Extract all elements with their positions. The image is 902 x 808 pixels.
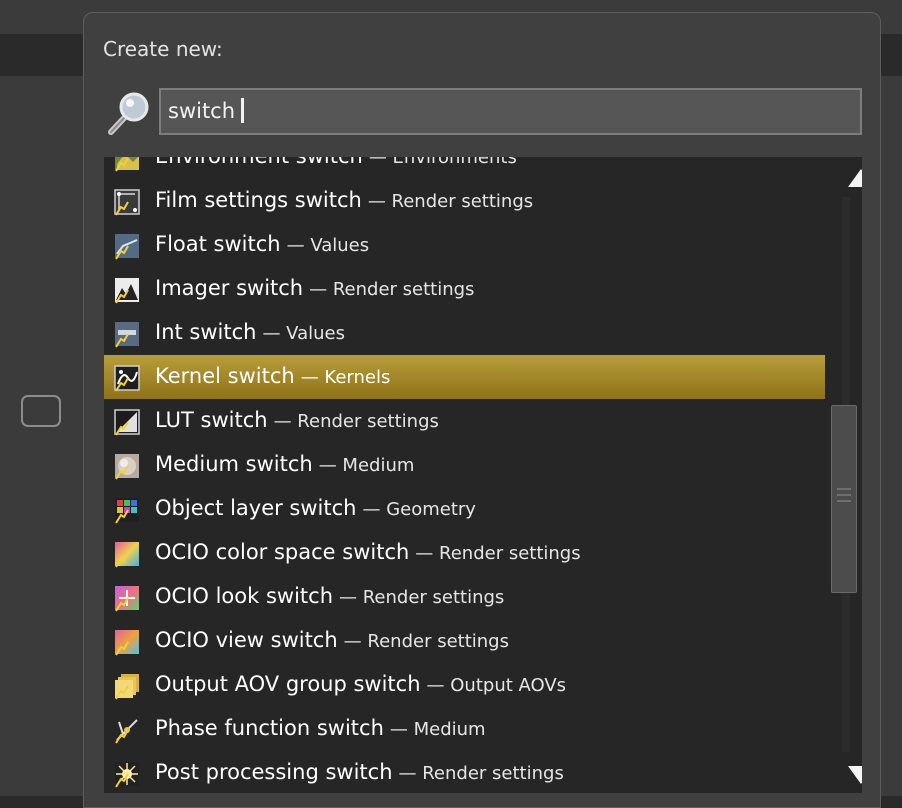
list-item-name: Phase function switch [155,716,384,740]
list-item-name: Film settings switch [155,188,362,212]
list-item-selected[interactable]: Kernel switch — Kernels [104,355,825,399]
list-item-text: Phase function switch — Medium [155,716,486,740]
film-settings-icon [114,189,140,216]
list-item-name: OCIO look switch [155,584,333,608]
list-item-text: Medium switch — Medium [155,452,414,476]
list-item-category: — Render settings [343,631,509,652]
medium-icon [115,454,139,480]
environment-icon [115,157,139,172]
list-item-category: — Render settings [339,587,505,608]
list-item[interactable]: OCIO view switch — Render settings [104,619,825,663]
kernel-icon [114,365,140,392]
list-item-name: Imager switch [155,276,304,300]
list-item-category: — Medium [318,455,415,476]
list-item[interactable]: OCIO color space switch — Render settings [104,531,825,575]
list-item-name: Int switch [155,320,257,344]
text-caret [241,98,245,123]
list-item-category: — Values [262,323,345,344]
list-item[interactable]: Object layer switch — Geometry [104,487,825,531]
ocio-view-icon [115,630,139,656]
object-layer-icon [115,498,139,524]
scrollbar-grip [837,488,851,490]
list-item-text: LUT switch — Render settings [155,408,439,432]
list-item-category: — Geometry [362,499,476,520]
list-item-category: — Kernels [300,367,391,388]
magnifier-icon [108,92,149,135]
list-item[interactable]: Float switch — Values [104,223,825,267]
list-item-name: Object layer switch [155,496,357,520]
list-item[interactable]: LUT switch — Render settings [104,399,825,443]
list-item-text: Post processing switch — Render settings [155,760,564,784]
imager-icon [115,278,139,304]
list-item[interactable]: Phase function switch — Medium [104,707,825,751]
ocio-color-space-icon [115,542,139,568]
list-item-name: Environment switch [155,157,363,168]
list-item-category: — Medium [389,719,486,740]
float-icon [115,234,139,260]
list-item-name: Kernel switch [155,364,295,388]
list-item-name: Float switch [155,232,281,256]
list-item[interactable]: OCIO look switch — Render settings [104,575,825,619]
scrollbar-grip [837,494,851,496]
create-new-popup: Create new: switch Environment switch — E… [83,12,881,808]
results-list[interactable]: Environment switch — Environments Film set… [104,157,862,793]
list-item[interactable]: Environment switch — Environments [104,157,825,179]
list-item-category: — Render settings [398,763,564,784]
scroll-up-arrow-icon[interactable] [848,169,862,187]
list-item-text: OCIO view switch — Render settings [155,628,509,652]
list-item[interactable]: Film settings switch — Render settings [104,179,825,223]
list-item-text: Int switch — Values [155,320,345,344]
output-aov-group-icon [115,674,139,700]
list-item-text: Environment switch — Environments [155,157,517,168]
background-node[interactable] [21,395,61,427]
list-item[interactable]: Int switch — Values [104,311,825,355]
scrollbar-thumb[interactable] [831,405,857,593]
list-item-text: Film settings switch — Render settings [155,188,533,212]
list-item-text: Object layer switch — Geometry [155,496,476,520]
list-item[interactable]: Post processing switch — Render settings [104,751,825,793]
list-item-category: — Output AOVs [426,675,567,696]
list-item[interactable]: Imager switch — Render settings [104,267,825,311]
list-item-name: OCIO view switch [155,628,338,652]
list-item-category: — Render settings [367,191,534,212]
search-input-value: switch [168,99,236,123]
int-icon [115,322,139,348]
list-item-text: Float switch — Values [155,232,369,256]
list-item[interactable]: Output AOV group switch — Output AOVs [104,663,825,707]
list-item-category: — Render settings [309,279,475,300]
scroll-down-arrow-icon[interactable] [848,766,862,784]
list-item-text: OCIO look switch — Render settings [155,584,504,608]
list-item-name: Post processing switch [155,760,393,784]
list-item-category: — Values [286,235,370,256]
phase-function-icon [115,719,138,744]
search-input[interactable]: switch [159,88,862,135]
popup-title: Create new: [103,37,223,61]
list-item-name: Output AOV group switch [155,672,421,696]
list-item-text: Kernel switch — Kernels [155,364,390,388]
list-item-name: Medium switch [155,452,313,476]
list-item-text: Imager switch — Render settings [155,276,474,300]
list-item-text: OCIO color space switch — Render settings [155,540,581,564]
list-item[interactable]: Medium switch — Medium [104,443,825,487]
post-processing-icon [115,762,139,788]
lut-icon [114,409,140,436]
results-list-items: Environment switch — Environments Film set… [104,157,825,793]
list-item-category: — Environments [368,157,517,168]
list-item-name: LUT switch [155,408,268,432]
list-item-category: — Render settings [415,543,581,564]
list-item-name: OCIO color space switch [155,540,410,564]
list-item-category: — Render settings [273,411,439,432]
scrollbar-grip [837,500,851,502]
list-item-text: Output AOV group switch — Output AOVs [155,672,566,696]
ocio-look-icon [115,586,139,612]
